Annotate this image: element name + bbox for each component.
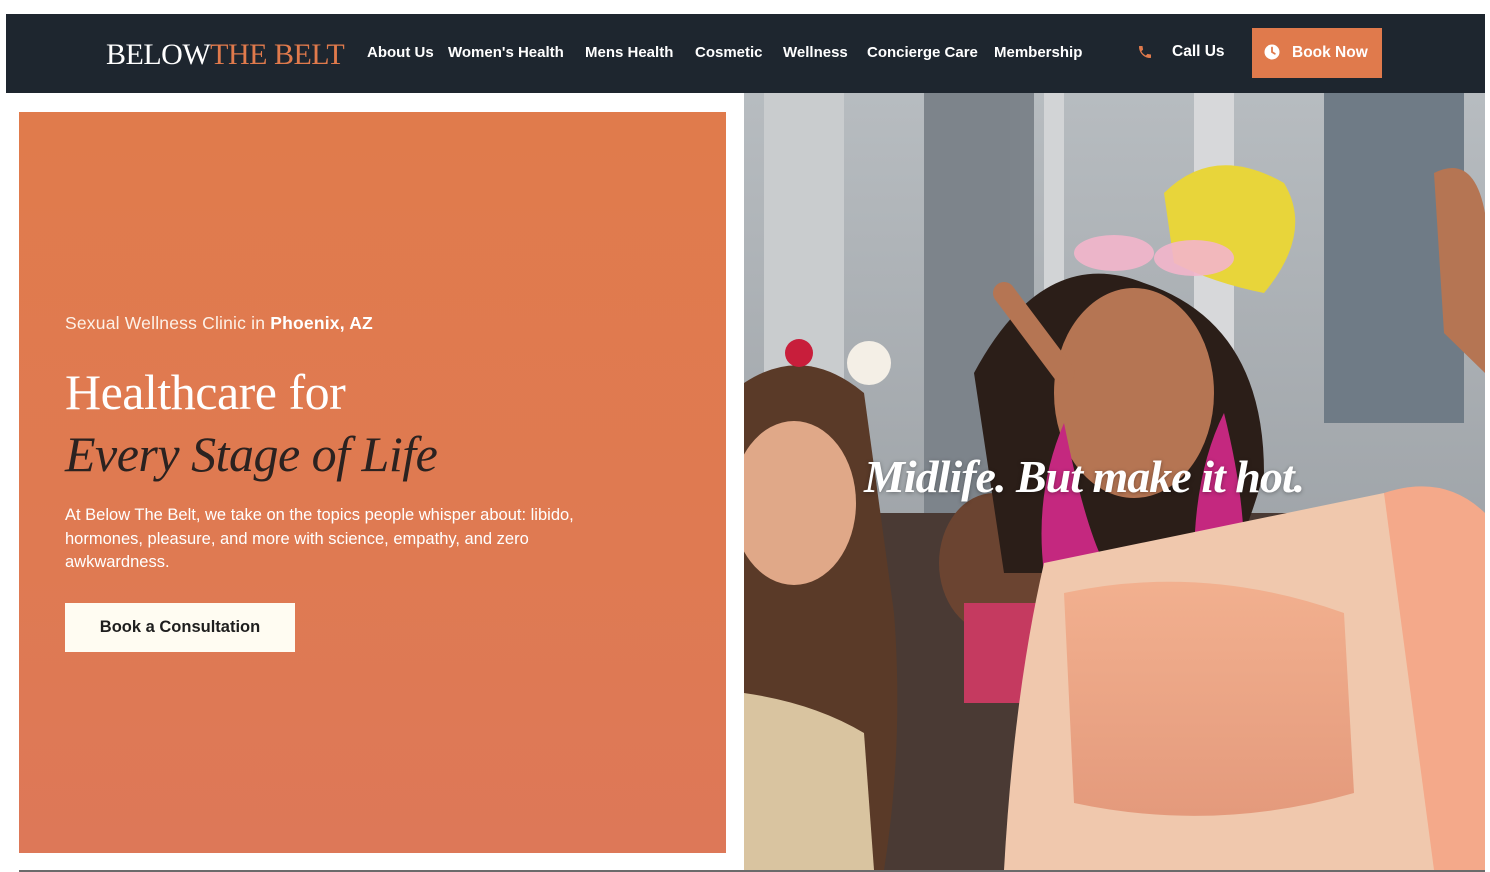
- nav-cosmetic[interactable]: Cosmetic: [695, 44, 763, 62]
- nav-membership[interactable]: Membership: [994, 44, 1082, 62]
- hero-eyebrow: Sexual Wellness Clinic in Phoenix, AZ: [65, 312, 373, 334]
- nav-mens-health[interactable]: Mens Health: [585, 44, 673, 62]
- site-header: BELOWTHE BELT About Us Women's Health Me…: [6, 14, 1485, 93]
- nav-womens-health[interactable]: Women's Health: [448, 44, 564, 62]
- clock-icon: [1264, 44, 1280, 60]
- book-now-button[interactable]: Book Now: [1252, 28, 1382, 78]
- nav-concierge-care[interactable]: Concierge Care: [867, 44, 978, 62]
- eyebrow-location: Phoenix, AZ: [270, 313, 373, 333]
- nav-about-us[interactable]: About Us: [367, 44, 434, 62]
- site-logo[interactable]: BELOWTHE BELT: [106, 38, 345, 72]
- eyebrow-prefix: Sexual Wellness Clinic in: [65, 313, 271, 333]
- call-us-link[interactable]: Call Us: [1172, 42, 1225, 62]
- hero-image: Midlife. But make it hot.: [744, 93, 1485, 870]
- book-now-label: Book Now: [1292, 44, 1368, 61]
- phone-icon[interactable]: [1137, 44, 1153, 60]
- nav-wellness[interactable]: Wellness: [783, 44, 848, 62]
- logo-text-below: BELOW: [106, 38, 211, 71]
- book-consultation-button[interactable]: Book a Consultation: [65, 603, 295, 652]
- logo-text-the-belt: THE BELT: [210, 38, 345, 71]
- hero-headline-line1: Healthcare for: [65, 364, 346, 420]
- hero-panel: Sexual Wellness Clinic in Phoenix, AZ He…: [19, 112, 726, 853]
- hero-image-tagline: Midlife. But make it hot.: [864, 451, 1305, 502]
- hero-headline-line2: Every Stage of Life: [65, 426, 438, 482]
- hero-description: At Below The Belt, we take on the topics…: [65, 506, 574, 571]
